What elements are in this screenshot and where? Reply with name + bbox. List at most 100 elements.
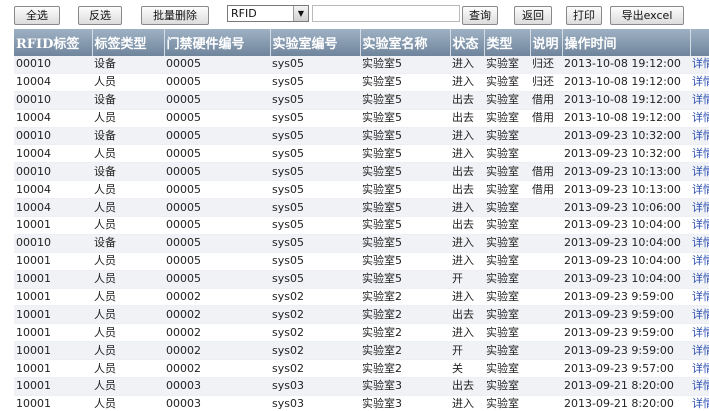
cell-rfid-tag: 10001 bbox=[14, 395, 92, 411]
cell-rfid-tag: 10001 bbox=[14, 341, 92, 361]
cell-status: 出去 bbox=[450, 305, 484, 325]
table-row: 10001 人员 00005 sys05 实验室5 出去 实验室 2013-09-23 10:… bbox=[14, 216, 709, 235]
details-link[interactable]: 详情 bbox=[690, 234, 709, 253]
export-excel-button[interactable]: 导出excel bbox=[610, 6, 684, 25]
cell-lab-no: sys02 bbox=[270, 288, 360, 307]
cell-lab-name: 实验室2 bbox=[360, 359, 450, 379]
cell-lab-no: sys05 bbox=[270, 216, 360, 235]
details-link[interactable]: 详情 bbox=[690, 252, 709, 271]
details-link[interactable]: 详情 bbox=[690, 323, 709, 343]
chevron-down-icon[interactable]: ▼ bbox=[293, 6, 308, 21]
cell-note bbox=[530, 288, 562, 307]
table-row: 00010 设备 00005 sys05 实验室5 进入 实验室 2013-09-23 10:… bbox=[14, 127, 709, 146]
table-body: 00010 设备 00005 sys05 实验室5 进入 实验室 归还 2013-10-08 1… bbox=[14, 56, 709, 411]
cell-note: 借用 bbox=[530, 91, 562, 110]
cell-rfid-tag: 00010 bbox=[14, 162, 92, 182]
cell-lab-no: sys02 bbox=[270, 305, 360, 325]
cell-status: 出去 bbox=[450, 216, 484, 235]
cell-status: 进入 bbox=[450, 288, 484, 307]
cell-door-hardware-no: 00002 bbox=[164, 305, 270, 325]
details-link[interactable]: 详情 bbox=[690, 395, 709, 411]
details-link[interactable]: 详情 bbox=[690, 180, 709, 200]
cell-tag-type: 设备 bbox=[92, 91, 164, 110]
cell-lab-name: 实验室5 bbox=[360, 127, 450, 146]
cell-lab-no: sys05 bbox=[270, 180, 360, 200]
cell-operation-time: 2013-09-23 9:59:00 bbox=[562, 305, 690, 325]
table-row: 00010 设备 00005 sys05 实验室5 进入 实验室 2013-09-23 10:… bbox=[14, 234, 709, 253]
cell-status: 关 bbox=[450, 359, 484, 379]
details-link[interactable]: 详情 bbox=[690, 109, 709, 128]
cell-lab-name: 实验室5 bbox=[360, 180, 450, 200]
details-link[interactable]: 详情 bbox=[690, 73, 709, 92]
cell-operation-time: 2013-10-08 19:12:00 bbox=[562, 56, 690, 74]
cell-note: 借用 bbox=[530, 180, 562, 200]
cell-rfid-tag: 10004 bbox=[14, 198, 92, 218]
details-link[interactable]: 详情 bbox=[690, 288, 709, 307]
cell-rfid-tag: 10001 bbox=[14, 359, 92, 379]
cell-lab-name: 实验室5 bbox=[360, 216, 450, 235]
cell-type: 实验室 bbox=[484, 359, 530, 379]
details-link[interactable]: 详情 bbox=[690, 216, 709, 235]
details-link[interactable]: 详情 bbox=[690, 91, 709, 110]
details-link[interactable]: 详情 bbox=[690, 56, 709, 74]
cell-door-hardware-no: 00005 bbox=[164, 234, 270, 253]
cell-operation-time: 2013-10-08 19:12:00 bbox=[562, 73, 690, 92]
select-all-button[interactable]: 全选 bbox=[14, 6, 60, 25]
cell-lab-name: 实验室5 bbox=[360, 109, 450, 128]
cell-tag-type: 人员 bbox=[92, 73, 164, 92]
print-button[interactable]: 打印 bbox=[566, 6, 602, 25]
search-input[interactable] bbox=[312, 5, 460, 22]
cell-note bbox=[530, 341, 562, 361]
details-link[interactable]: 详情 bbox=[690, 341, 709, 361]
filter-select[interactable]: RFID ▼ bbox=[227, 5, 309, 22]
invert-selection-button[interactable]: 反选 bbox=[78, 6, 122, 25]
records-table: RFID标签 标签类型 门禁硬件编号 实验室编号 实验室名称 状态 类型 说明 操作时间 000… bbox=[14, 29, 709, 411]
column-header-operation-time: 操作时间 bbox=[562, 29, 691, 56]
cell-note bbox=[530, 305, 562, 325]
batch-delete-button[interactable]: 批量删除 bbox=[141, 6, 209, 25]
cell-type: 实验室 bbox=[484, 323, 530, 343]
cell-door-hardware-no: 00003 bbox=[164, 377, 270, 396]
table-row: 10001 人员 00002 sys02 实验室2 开实验室 2013-09-23 9:59… bbox=[14, 341, 709, 361]
cell-operation-time: 2013-09-21 8:20:00 bbox=[562, 395, 690, 411]
cell-lab-name: 实验室5 bbox=[360, 270, 450, 289]
details-link[interactable]: 详情 bbox=[690, 270, 709, 289]
table-row: 10004 人员 00005 sys05 实验室5 出去 实验室 借用 2013-09-23 1… bbox=[14, 180, 709, 200]
table-row: 10001 人员 00005 sys05 实验室5 开实验室 2013-09-23 10:0… bbox=[14, 270, 709, 289]
cell-lab-name: 实验室5 bbox=[360, 198, 450, 218]
cell-operation-time: 2013-09-23 10:04:00 bbox=[562, 270, 690, 289]
table-row: 10001 人员 00002 sys02 实验室2 关实验室 2013-09-23 9:57… bbox=[14, 359, 709, 379]
cell-tag-type: 人员 bbox=[92, 359, 164, 379]
table-header: RFID标签 标签类型 门禁硬件编号 实验室编号 实验室名称 状态 类型 说明 操作时间 bbox=[14, 29, 709, 56]
cell-tag-type: 设备 bbox=[92, 162, 164, 182]
cell-type: 实验室 bbox=[484, 73, 530, 92]
cell-lab-name: 实验室2 bbox=[360, 341, 450, 361]
query-button[interactable]: 查询 bbox=[462, 6, 498, 25]
details-link[interactable]: 详情 bbox=[690, 144, 709, 164]
cell-type: 实验室 bbox=[484, 377, 530, 396]
details-link[interactable]: 详情 bbox=[690, 305, 709, 325]
cell-tag-type: 人员 bbox=[92, 252, 164, 271]
details-link[interactable]: 详情 bbox=[690, 198, 709, 218]
cell-note bbox=[530, 198, 562, 218]
cell-type: 实验室 bbox=[484, 180, 530, 200]
cell-type: 实验室 bbox=[484, 91, 530, 110]
cell-tag-type: 人员 bbox=[92, 288, 164, 307]
details-link[interactable]: 详情 bbox=[690, 162, 709, 182]
cell-door-hardware-no: 00005 bbox=[164, 91, 270, 110]
details-link[interactable]: 详情 bbox=[690, 359, 709, 379]
back-button[interactable]: 返回 bbox=[514, 6, 552, 25]
table-row: 00010 设备 00005 sys05 实验室5 出去 实验室 借用 2013-09-23 1… bbox=[14, 162, 709, 182]
table-row: 10001 人员 00005 sys05 实验室5 进入 实验室 2013-09-23 10:… bbox=[14, 252, 709, 271]
details-link[interactable]: 详情 bbox=[690, 377, 709, 396]
cell-type: 实验室 bbox=[484, 395, 530, 411]
table-row: 10001 人员 00003 sys03 实验室3 出去 实验室 2013-09-21 8:2… bbox=[14, 377, 709, 396]
cell-door-hardware-no: 00005 bbox=[164, 270, 270, 289]
cell-lab-no: sys03 bbox=[270, 377, 360, 396]
cell-lab-no: sys05 bbox=[270, 162, 360, 182]
column-header-type: 类型 bbox=[484, 29, 531, 56]
cell-operation-time: 2013-09-23 9:59:00 bbox=[562, 323, 690, 343]
details-link[interactable]: 详情 bbox=[690, 127, 709, 146]
cell-lab-no: sys02 bbox=[270, 359, 360, 379]
cell-tag-type: 人员 bbox=[92, 144, 164, 164]
